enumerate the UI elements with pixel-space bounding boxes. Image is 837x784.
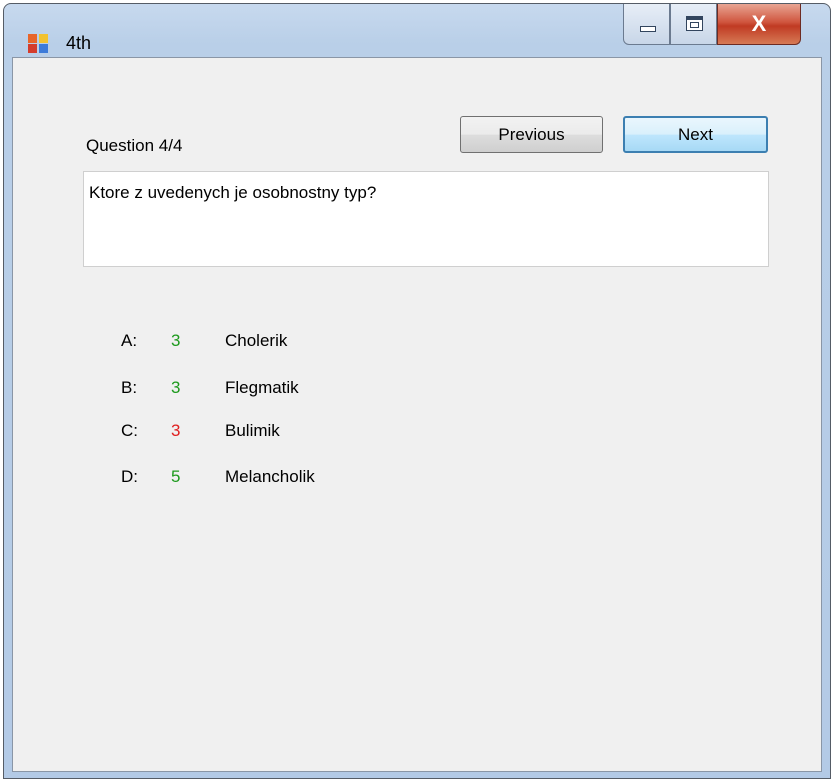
question-counter: Question 4/4 (86, 136, 183, 155)
question-text-box[interactable]: Ktore z uvedenych je osobnostny typ? (83, 171, 769, 267)
question-text: Ktore z uvedenych je osobnostny typ? (89, 183, 377, 202)
answer-letter: B: (121, 378, 138, 397)
client-area: Question 4/4 Previous Next Ktore z uvede… (12, 57, 822, 772)
restore-icon (686, 16, 703, 31)
answer-text: Melancholik (225, 467, 315, 486)
answer-letter: D: (121, 467, 138, 486)
answer-count: 3 (171, 421, 181, 440)
next-button[interactable]: Next (623, 116, 768, 153)
previous-button[interactable]: Previous (460, 116, 603, 153)
minimize-button[interactable] (623, 4, 670, 45)
answer-row-c: C: 3 Bulimik (121, 421, 421, 445)
answer-count: 3 (171, 331, 181, 350)
close-icon: X (751, 11, 767, 36)
close-button[interactable]: X (717, 4, 801, 45)
answer-text: Flegmatik (225, 378, 299, 397)
answer-letter: A: (121, 331, 138, 350)
answer-row-d: D: 5 Melancholik (121, 467, 421, 491)
answer-row-a: A: 3 Cholerik (121, 331, 421, 355)
answer-row-b: B: 3 Flegmatik (121, 378, 421, 402)
answer-count: 5 (171, 467, 181, 486)
minimize-icon (640, 26, 656, 32)
caption-buttons: X (623, 4, 830, 48)
answer-text: Cholerik (225, 331, 288, 350)
answer-letter: C: (121, 421, 138, 440)
answer-count: 3 (171, 378, 181, 397)
app-window: 4th X Question 4/4 Previous Next Ktore z… (3, 3, 831, 779)
maximize-button[interactable] (670, 4, 717, 45)
title-bar[interactable]: 4th X (4, 4, 830, 54)
answer-text: Bulimik (225, 421, 280, 440)
app-icon[interactable] (28, 34, 50, 54)
window-title: 4th (66, 33, 92, 53)
